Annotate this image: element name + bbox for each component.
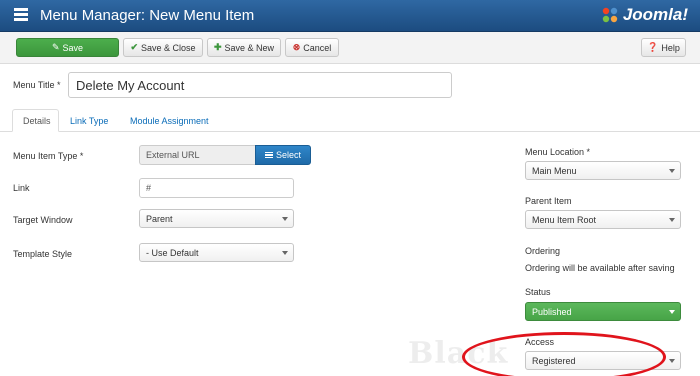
- menu-title-input[interactable]: Delete My Account: [68, 72, 452, 98]
- cancel-label: Cancel: [303, 42, 332, 53]
- highlight-ellipse: [462, 332, 666, 376]
- edit-icon: ✎: [51, 42, 60, 52]
- chevron-down-icon: [669, 309, 675, 314]
- save-button[interactable]: ✎ Save: [16, 38, 119, 57]
- status-select[interactable]: Published: [525, 302, 681, 321]
- help-button[interactable]: ❓ Help: [641, 38, 686, 57]
- menu-location-select[interactable]: Main Menu: [525, 161, 681, 180]
- tab-details[interactable]: Details: [12, 109, 59, 132]
- menu-location-value: Main Menu: [532, 165, 577, 176]
- parent-item-value: Menu Item Root: [532, 214, 597, 225]
- link-label: Link: [13, 183, 30, 193]
- tab-module-assignment[interactable]: Module Assignment: [120, 109, 219, 132]
- app-header: Menu Manager: New Menu Item Joomla!: [0, 0, 700, 32]
- template-style-label: Template Style: [13, 249, 73, 259]
- plus-icon: ✚: [213, 42, 222, 52]
- chevron-down-icon: [669, 168, 675, 173]
- save-close-button[interactable]: ✔ Save & Close: [123, 38, 203, 57]
- parent-item-select[interactable]: Menu Item Root: [525, 210, 681, 229]
- select-type-button[interactable]: Select: [255, 145, 311, 165]
- parent-item-label: Parent Item: [525, 196, 572, 206]
- chevron-down-icon: [669, 217, 675, 222]
- list-icon: [264, 150, 273, 159]
- ordering-label: Ordering: [525, 246, 561, 256]
- save-new-label: Save & New: [224, 42, 275, 53]
- tab-link-type[interactable]: Link Type: [60, 109, 118, 132]
- save-button-label: Save: [62, 42, 84, 53]
- joomla-logo: Joomla!: [601, 5, 688, 25]
- target-window-select[interactable]: Parent: [139, 209, 294, 228]
- select-type-label: Select: [275, 150, 301, 160]
- save-close-label: Save & Close: [141, 42, 196, 53]
- cancel-icon: ⊗: [292, 42, 301, 52]
- toolbar: ✎ Save ✔ Save & Close ✚ Save & New ⊗ Can…: [0, 32, 700, 64]
- check-icon: ✔: [130, 42, 138, 52]
- menu-list-icon: [14, 8, 28, 22]
- help-label: Help: [661, 42, 680, 53]
- status-value: Published: [532, 306, 572, 317]
- menu-item-type-field: External URL: [139, 145, 256, 165]
- ordering-note: Ordering will be available after saving: [525, 263, 675, 273]
- status-label: Status: [525, 287, 551, 297]
- target-window-value: Parent: [146, 213, 173, 224]
- template-style-value: - Use Default: [146, 247, 199, 258]
- link-input[interactable]: #: [139, 178, 294, 198]
- menu-location-label: Menu Location *: [525, 147, 591, 157]
- joomla-logo-icon: [602, 7, 618, 23]
- target-window-label: Target Window: [13, 215, 73, 225]
- cancel-button[interactable]: ⊗ Cancel: [285, 38, 339, 57]
- chevron-down-icon: [669, 358, 675, 363]
- save-new-button[interactable]: ✚ Save & New: [207, 38, 281, 57]
- chevron-down-icon: [282, 250, 288, 255]
- menu-title-label: Menu Title *: [13, 80, 61, 90]
- menu-item-type-label: Menu Item Type *: [13, 151, 84, 161]
- chevron-down-icon: [282, 216, 288, 221]
- joomla-logo-text: Joomla!: [622, 5, 688, 24]
- template-style-select[interactable]: - Use Default: [139, 243, 294, 262]
- page-title: Menu Manager: New Menu Item: [40, 7, 255, 24]
- help-icon: ❓: [647, 42, 659, 52]
